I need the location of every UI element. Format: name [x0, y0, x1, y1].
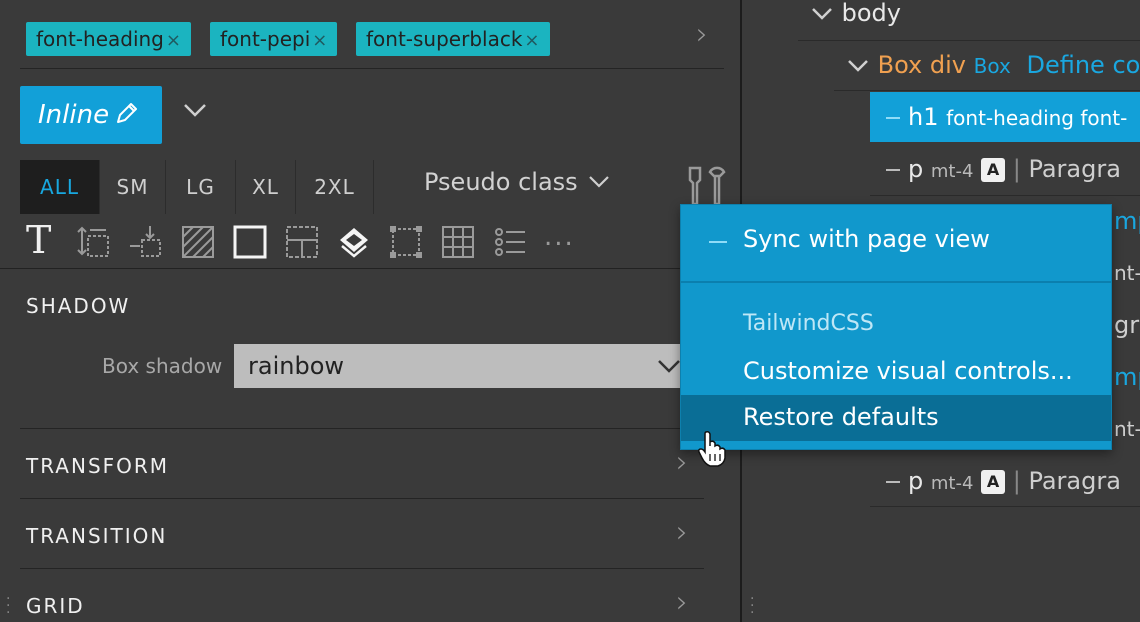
- tree-node-label: p: [908, 155, 924, 183]
- table-grid-icon[interactable]: [440, 224, 476, 260]
- divider: [20, 68, 724, 69]
- tree-node-p[interactable]: p mt-4 A | Paragra: [886, 144, 1121, 194]
- spacing-vertical-icon[interactable]: [76, 224, 112, 260]
- tree-node-partial[interactable]: mp: [1114, 196, 1140, 246]
- tree-node-text: Paragra: [1028, 155, 1121, 183]
- effects-layers-icon[interactable]: [336, 224, 372, 260]
- breakpoint-2xl-tab[interactable]: 2XL: [296, 160, 374, 214]
- divider: [681, 281, 1111, 283]
- class-tag-label: font-heading: [36, 27, 164, 51]
- separator: |: [1012, 155, 1021, 183]
- text-content-badge: A: [981, 158, 1006, 182]
- class-tag-font-heading[interactable]: font-heading ×: [26, 22, 191, 56]
- list-icon[interactable]: [492, 224, 528, 260]
- tree-node-partial[interactable]: mp: [1114, 352, 1140, 402]
- menu-group-label: TailwindCSS: [743, 311, 874, 336]
- chevron-down-icon: [848, 60, 868, 72]
- restore-defaults-label: Restore defaults: [743, 403, 939, 431]
- tree-node-box-div[interactable]: Box div Box Define co: [846, 40, 1140, 90]
- customize-visual-controls-item[interactable]: Customize visual controls...: [743, 357, 1073, 385]
- chevron-down-icon: [589, 176, 610, 188]
- tree-node-label: Box div: [877, 51, 966, 79]
- spacing-position-icon[interactable]: [128, 224, 164, 260]
- divider: [834, 90, 1140, 91]
- tree-node-classes: font-heading font-: [946, 106, 1128, 130]
- grid-section-title[interactable]: GRID: [26, 594, 85, 618]
- tree-node-body[interactable]: body: [810, 0, 901, 38]
- resize-grip-icon[interactable]: · · ·: [750, 592, 754, 620]
- remove-tag-icon[interactable]: ×: [312, 30, 327, 51]
- chevron-down-icon: [658, 360, 680, 373]
- divider: [20, 428, 704, 429]
- divider: [20, 498, 704, 499]
- layout-icon[interactable]: [284, 224, 320, 260]
- breakpoint-all-tab[interactable]: ALL: [20, 160, 100, 214]
- pseudo-class-label: Pseudo class: [424, 168, 578, 196]
- shadow-section-title[interactable]: SHADOW: [26, 294, 130, 318]
- box-shadow-label: Box shadow: [102, 354, 223, 378]
- restore-defaults-item[interactable]: Restore defaults: [681, 395, 1111, 441]
- resize-grip-icon[interactable]: · · ·: [6, 592, 10, 620]
- separator: |: [1012, 467, 1021, 495]
- chevron-right-icon[interactable]: ›: [696, 20, 708, 50]
- dash-icon: [886, 169, 900, 171]
- class-tag-label: font-superblack: [366, 27, 523, 51]
- tree-node-label: body: [841, 0, 901, 27]
- breakpoint-lg-tab[interactable]: LG: [166, 160, 236, 214]
- text-content-badge: A: [981, 470, 1006, 494]
- tree-node-classes: mt-4: [930, 473, 974, 494]
- class-tag-label: font-pepi: [220, 27, 311, 51]
- divider: [0, 268, 740, 269]
- component-badge: Box: [973, 54, 1011, 78]
- tree-node-classes: mt-4: [930, 161, 974, 182]
- chevron-right-icon[interactable]: ›: [676, 518, 688, 548]
- chevron-down-icon[interactable]: [182, 100, 208, 120]
- more-icon[interactable]: ...: [544, 222, 580, 258]
- remove-tag-icon[interactable]: ×: [166, 30, 181, 51]
- style-panel: font-heading × font-pepi × font-superblack…: [0, 0, 740, 622]
- divider: [870, 506, 1140, 507]
- pencil-icon: [117, 103, 137, 123]
- divider: [870, 195, 1140, 196]
- dash-icon: [886, 481, 900, 483]
- transform-section-title[interactable]: TRANSFORM: [26, 454, 169, 478]
- chevron-right-icon[interactable]: ›: [676, 588, 688, 618]
- tree-node-label: h1: [908, 103, 939, 131]
- hand-cursor-icon: [698, 431, 726, 467]
- breakpoint-xl-tab[interactable]: XL: [236, 160, 296, 214]
- inline-mode-button[interactable]: Inline: [20, 86, 162, 144]
- chevron-right-icon[interactable]: ›: [676, 448, 688, 478]
- class-tag-font-pepi[interactable]: font-pepi ×: [210, 22, 338, 56]
- define-component-link[interactable]: Define co: [1026, 51, 1140, 79]
- remove-tag-icon[interactable]: ×: [524, 30, 539, 51]
- pseudo-class-dropdown[interactable]: Pseudo class: [424, 168, 611, 196]
- typography-icon[interactable]: T: [26, 220, 62, 260]
- border-icon[interactable]: [232, 224, 268, 260]
- background-pattern-icon[interactable]: [180, 224, 216, 260]
- tree-node-partial[interactable]: gra: [1114, 300, 1140, 350]
- tree-node-label: p: [908, 467, 924, 495]
- dash-icon: [709, 241, 727, 243]
- divider: [20, 568, 704, 569]
- transition-section-title[interactable]: TRANSITION: [26, 524, 167, 548]
- tree-node-partial[interactable]: nt-: [1114, 248, 1140, 298]
- tree-node-text: Paragra: [1028, 467, 1121, 495]
- tree-node-p[interactable]: p mt-4 A | Paragra: [886, 456, 1121, 506]
- tools-icon[interactable]: [684, 164, 728, 206]
- class-tag-font-superblack[interactable]: font-superblack ×: [356, 22, 550, 56]
- tree-node-h1-selected[interactable]: h1 font-heading font-: [870, 92, 1140, 142]
- box-shadow-select[interactable]: rainbow: [234, 344, 694, 388]
- dash-icon: [886, 117, 900, 119]
- inline-mode-label: Inline: [38, 100, 110, 130]
- chevron-down-icon: [812, 8, 832, 20]
- box-shadow-value: rainbow: [248, 352, 344, 380]
- sync-with-page-view-item[interactable]: Sync with page view: [743, 225, 990, 253]
- breakpoint-sm-tab[interactable]: SM: [100, 160, 166, 214]
- tree-node-partial[interactable]: nt-: [1114, 404, 1140, 454]
- tools-menu: Sync with page view TailwindCSS Customiz…: [680, 204, 1112, 450]
- padding-box-icon[interactable]: [388, 224, 424, 260]
